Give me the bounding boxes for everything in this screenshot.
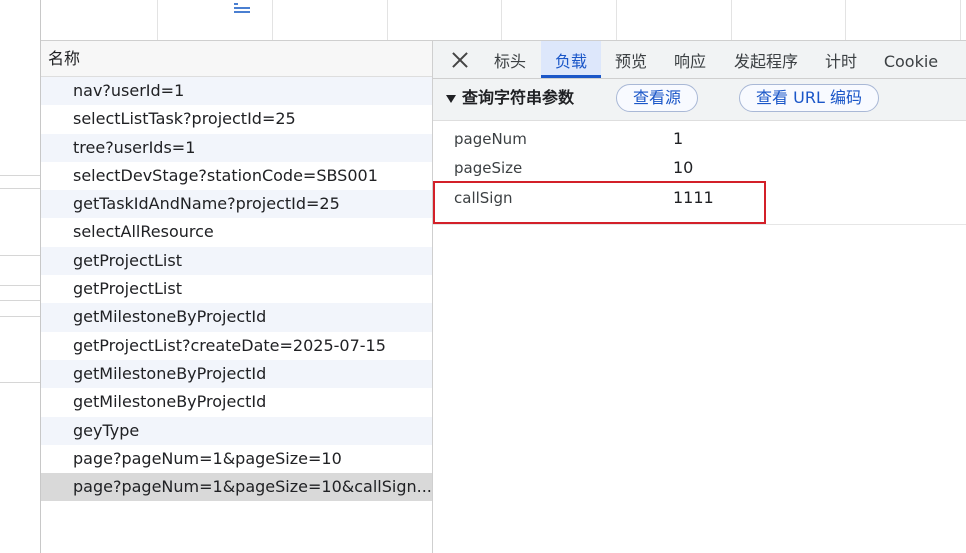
section-title: 查询字符串参数 xyxy=(462,88,575,107)
devtools-network-window: 名称 nav?userId=1 selectListTask?projectId=… xyxy=(0,0,966,553)
detail-tabbar: 标头 负载 预览 响应 发起程序 计时 Cookie xyxy=(433,41,966,79)
param-key: pageSize xyxy=(454,159,523,177)
callsign-highlight-box xyxy=(433,181,766,224)
view-url-encoded-button[interactable]: 查看 URL 编码 xyxy=(739,84,879,112)
tab-headers[interactable]: 标头 xyxy=(485,41,535,78)
network-timeline[interactable] xyxy=(41,0,966,41)
view-source-button[interactable]: 查看源 xyxy=(616,84,698,112)
request-row[interactable]: page?pageNum=1&pageSize=10&callSign... xyxy=(41,473,432,502)
request-row[interactable]: geyType xyxy=(41,416,432,445)
collapse-triangle-icon[interactable] xyxy=(446,95,456,103)
list-lines-icon xyxy=(234,3,250,15)
request-row[interactable]: selectListTask?projectId=25 xyxy=(41,105,432,133)
name-column-header[interactable]: 名称 xyxy=(41,41,432,77)
tab-initiator[interactable]: 发起程序 xyxy=(726,41,806,78)
request-detail-panel: 标头 负载 预览 响应 发起程序 计时 Cookie 查询字符串参数 查看源 查… xyxy=(433,41,966,553)
tab-response[interactable]: 响应 xyxy=(664,41,716,78)
page-gutter xyxy=(0,0,41,553)
request-row[interactable]: selectAllResource xyxy=(41,218,432,246)
request-row[interactable]: getMilestoneByProjectId xyxy=(41,388,432,416)
tab-cookies[interactable]: Cookie xyxy=(879,41,943,78)
request-row[interactable]: page?pageNum=1&pageSize=10 xyxy=(41,445,432,473)
param-row: pageNum 1 xyxy=(433,126,966,155)
request-row[interactable]: nav?userId=1 xyxy=(41,77,432,106)
request-row[interactable]: tree?userIds=1 xyxy=(41,133,432,162)
param-value: 1 xyxy=(673,129,684,148)
request-row[interactable]: selectDevStage?stationCode=SBS001 xyxy=(41,162,432,190)
request-row[interactable]: getProjectList?createDate=2025-07-15 xyxy=(41,332,432,360)
close-icon[interactable] xyxy=(449,49,471,71)
request-list-panel: 名称 nav?userId=1 selectListTask?projectId=… xyxy=(41,41,433,553)
tab-preview[interactable]: 预览 xyxy=(605,41,657,78)
request-list: nav?userId=1 selectListTask?projectId=25 t… xyxy=(41,77,432,502)
param-value: 10 xyxy=(673,158,694,177)
param-row: pageSize 10 xyxy=(433,155,966,184)
query-params-header[interactable]: 查询字符串参数 查看源 查看 URL 编码 xyxy=(433,79,966,121)
request-row[interactable]: getProjectList xyxy=(41,246,432,276)
tab-timing[interactable]: 计时 xyxy=(815,41,867,78)
param-key: pageNum xyxy=(454,130,527,148)
request-row[interactable]: getProjectList xyxy=(41,275,432,303)
request-row[interactable]: getMilestoneByProjectId xyxy=(41,359,432,389)
tab-payload[interactable]: 负载 xyxy=(541,41,601,78)
request-row[interactable]: getTaskIdAndName?projectId=25 xyxy=(41,190,432,219)
request-row[interactable]: getMilestoneByProjectId xyxy=(41,303,432,332)
